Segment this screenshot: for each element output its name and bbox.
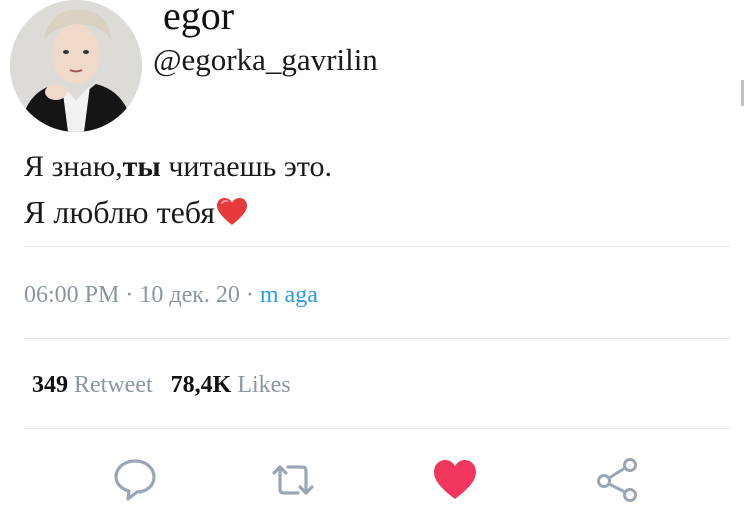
meta-separator: · — [119, 282, 140, 308]
display-name[interactable]: egor — [163, 0, 234, 38]
like-label: Likes — [237, 372, 291, 398]
tweet-source-link[interactable]: m aga — [260, 282, 318, 308]
divider — [24, 428, 730, 429]
tweet-card: egor @egorka_gavrilin Я знаю,ты читаешь … — [0, 0, 750, 512]
red-heart-emoji-icon — [216, 197, 248, 234]
retweet-label: Retweet — [74, 372, 153, 398]
share-icon — [597, 458, 637, 502]
tweet-text-line-2: Я люблю тебя — [24, 194, 248, 234]
retweet-count: 349 — [32, 372, 68, 398]
avatar[interactable] — [10, 0, 142, 132]
avatar-image — [10, 0, 142, 132]
reply-button[interactable] — [110, 455, 160, 505]
retweet-button[interactable] — [268, 455, 318, 505]
divider — [24, 338, 730, 339]
tweet-text-bold: ты — [122, 150, 161, 183]
tweet-date[interactable]: 10 дек. 20 — [139, 282, 240, 308]
meta-separator: · — [239, 282, 260, 308]
like-count: 78,4K — [170, 372, 232, 398]
retweet-stat[interactable]: 349 Retweet — [32, 372, 153, 398]
like-stat[interactable]: 78,4K Likes — [171, 372, 291, 398]
scrollbar[interactable] — [741, 80, 744, 106]
user-handle[interactable]: @egorka_gavrilin — [153, 42, 378, 78]
tweet-text-line-1: Я знаю,ты читаешь это. — [24, 150, 332, 184]
like-button[interactable] — [430, 455, 480, 505]
tweet-time[interactable]: 06:00 PM — [24, 282, 119, 308]
tweet-stats: 349 Retweet 78,4K Likes — [32, 370, 291, 400]
reply-icon — [114, 459, 156, 501]
divider — [24, 246, 730, 247]
retweet-icon — [272, 465, 314, 495]
share-button[interactable] — [592, 455, 642, 505]
tweet-meta: 06:00 PM · 10 дек. 20 · m aga — [24, 280, 318, 310]
like-icon — [434, 460, 476, 499]
tweet-text-part: читаешь это. — [160, 150, 332, 183]
tweet-text-part: Я знаю, — [24, 150, 123, 183]
tweet-text-part: Я люблю тебя — [24, 194, 215, 230]
